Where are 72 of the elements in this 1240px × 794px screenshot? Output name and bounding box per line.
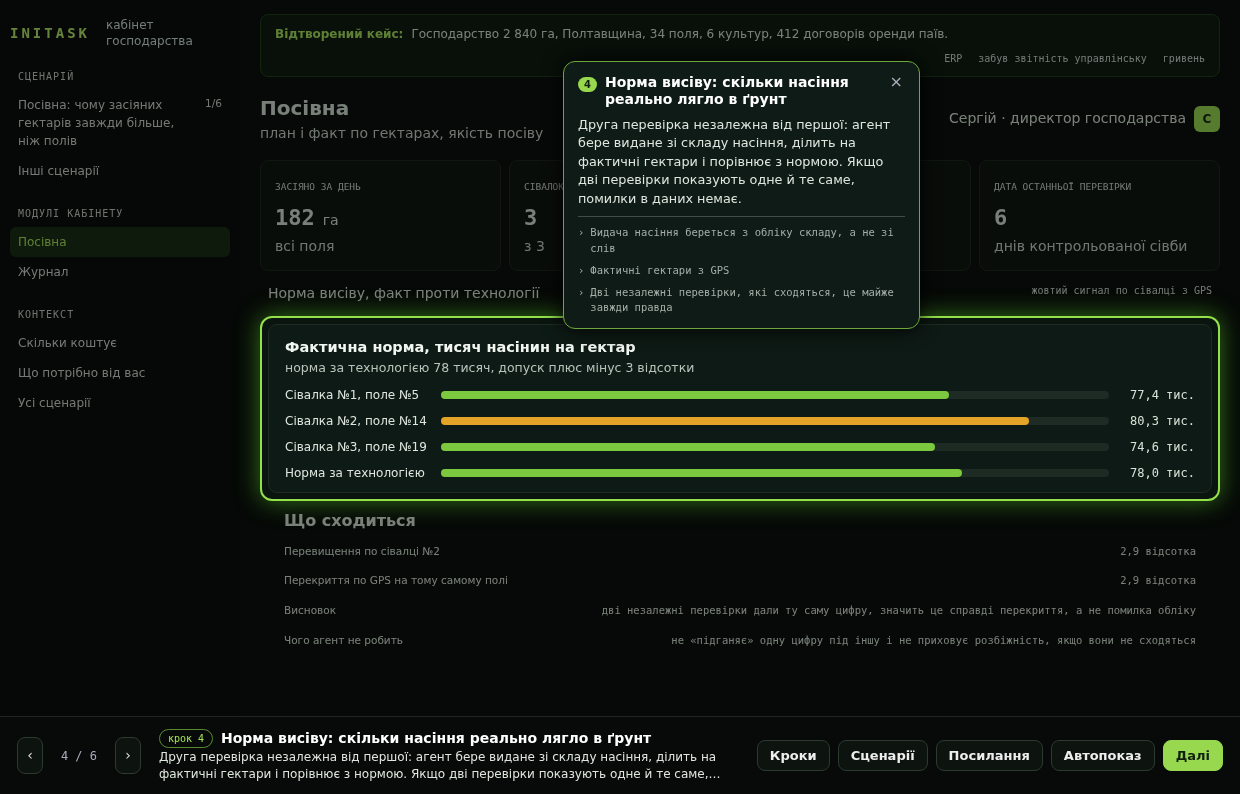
bullet-mark: › — [578, 284, 585, 300]
row-label: Сівалка №1, поле №5 — [285, 386, 421, 404]
sidebar-item[interactable]: Що потрібно від вас — [10, 358, 230, 389]
stat-label: ДАТА ОСТАННЬОЇ ПЕРЕВІРКИ — [994, 180, 1132, 194]
stat-unit: га — [322, 211, 339, 230]
sidebar-item[interactable]: Журнал — [10, 257, 230, 288]
tag-text: гривень — [1162, 52, 1205, 66]
banner-label: Відтворений кейс: — [275, 26, 404, 43]
bullet-mark: › — [578, 262, 585, 278]
stat-value: 182 — [275, 204, 315, 232]
row-label: Перекриття по GPS на тому самому полі — [284, 573, 508, 589]
stat-label: ЗАСІЯНО ЗА ДЕНЬ — [275, 180, 361, 194]
row-value: 77,4 тис. — [1128, 386, 1195, 404]
bullet-text: Видача насіння береться з обліку складу, а не зі слів — [590, 225, 895, 257]
user-name: Сергій · директор господарства — [949, 109, 1186, 128]
stat-note: днів контрольованої сівби — [994, 237, 1188, 256]
section-title: МОДУЛІ КАБІНЕТУ — [18, 207, 125, 222]
row-label: Перевищення по сівалці №2 — [284, 543, 440, 559]
sidebar-item[interactable]: Посівна — [10, 227, 230, 258]
stat-label: СІВАЛОК — [524, 180, 565, 194]
tag-text: забув звітність управлінську — [978, 52, 1147, 66]
toolbar-button[interactable]: Кроки — [756, 739, 830, 772]
row-value: 2,9 відсотка — [1120, 573, 1196, 589]
section-title: СЦЕНАРІЙ — [18, 69, 76, 85]
row-value: 80,3 тис. — [1128, 412, 1195, 430]
sidebar-item[interactable]: Скільки коштує — [10, 328, 230, 359]
row-value: 74,6 тис. — [1128, 438, 1195, 456]
section-title: Що сходиться — [284, 509, 417, 532]
banner-text: Господарство 2 840 га, Полтавщина, 34 поля, 6 культур, 412 договорів оренди паїв. — [411, 26, 949, 43]
logo-subtitle: кабінет господарства — [106, 18, 194, 50]
stat-note: всі поля — [275, 237, 335, 256]
toolbar-button[interactable]: Автопоказ — [1050, 739, 1155, 772]
card-subtitle: норма за технологією 78 тисяч, допуск плюс мінус 3 відсотки — [285, 358, 696, 377]
row-value: не «підганяє» одну цифру під іншу і не приховує розбіжність, якщо вони не сходяться — [671, 632, 1196, 648]
step-badge: 4 — [578, 77, 597, 92]
toolbar-button[interactable]: Сценарії — [837, 739, 928, 772]
close-button[interactable]: × — [887, 74, 905, 90]
page-subtitle: план і факт по гектарах, якість посіву — [260, 124, 544, 143]
row-value: 2,9 відсотка — [1120, 543, 1196, 559]
sidebar-item[interactable]: Інші сценарії — [10, 156, 230, 187]
bullet-text: Фактичні гектари з GPS — [590, 262, 730, 278]
row-label: Сівалка №2, поле №14 — [285, 412, 425, 430]
popover-title: Норма висіву: скільки насіння реально лягло в ґрунт — [605, 74, 850, 108]
popover-text: Друга перевірка незалежна від першої: агент бере видане зі складу насіння, ділить на фактичні гектари і порівнює з нормою. Якщо дві перевірки показують одне й те саме, помилки в даних немає. — [578, 115, 892, 208]
step-title: Норма висіву: скільки насіння реально лягло в ґрунт — [221, 729, 652, 749]
sidebar-item[interactable]: Посівна: чому засіяних гектарів завжди більше, ніж полів 1/6 — [10, 90, 230, 157]
step-text: Друга перевірка незалежна від першої: агент бере видане зі складу насіння, ділить на фактичні гектари і порівнює з нормою. Якщо дві перевірки показують одне й те саме,… — [158, 749, 722, 783]
stat-value: 3 — [524, 204, 538, 232]
bullet-text: Дві незалежні перевірки, які сходяться, це майже завжди правда — [590, 284, 895, 316]
strip-note: жовтий сигнал по сівалці з GPS — [1031, 284, 1212, 298]
sidebar-item[interactable]: Усі сценарії — [10, 388, 230, 419]
next-button[interactable]: Далі — [1162, 739, 1223, 772]
section-title: КОНТЕКСТ — [18, 308, 76, 323]
prev-button[interactable]: ‹ — [17, 737, 43, 774]
row-value: 78,0 тис. — [1128, 464, 1195, 482]
row-label: Висновок — [284, 603, 337, 618]
stat-value: 6 — [994, 204, 1008, 232]
card-title: Фактична норма, тисяч насінин на гектар — [285, 338, 637, 357]
avatar: С — [1194, 105, 1220, 132]
row-label: Сівалка №3, поле №19 — [285, 438, 425, 456]
toolbar-button[interactable]: Посилання — [935, 739, 1043, 772]
row-value: дві незалежні перевірки дали ту саму цифру, значить це справді перекриття, а не помилка обліку — [601, 603, 1196, 618]
logo: INITASK — [10, 24, 90, 44]
row-label: Норма за технологією — [285, 464, 425, 482]
row-label: Чого агент не робить — [284, 632, 403, 648]
step-counter: 4 / 6 — [60, 747, 97, 765]
stat-note: з 3 — [524, 237, 545, 256]
page-title: Посівна — [260, 95, 351, 122]
bullet-mark: › — [578, 225, 585, 241]
next-button[interactable]: › — [115, 737, 141, 774]
tag-text: ERP — [944, 52, 963, 66]
strip-title: Норма висіву, факт проти технології — [268, 284, 540, 303]
